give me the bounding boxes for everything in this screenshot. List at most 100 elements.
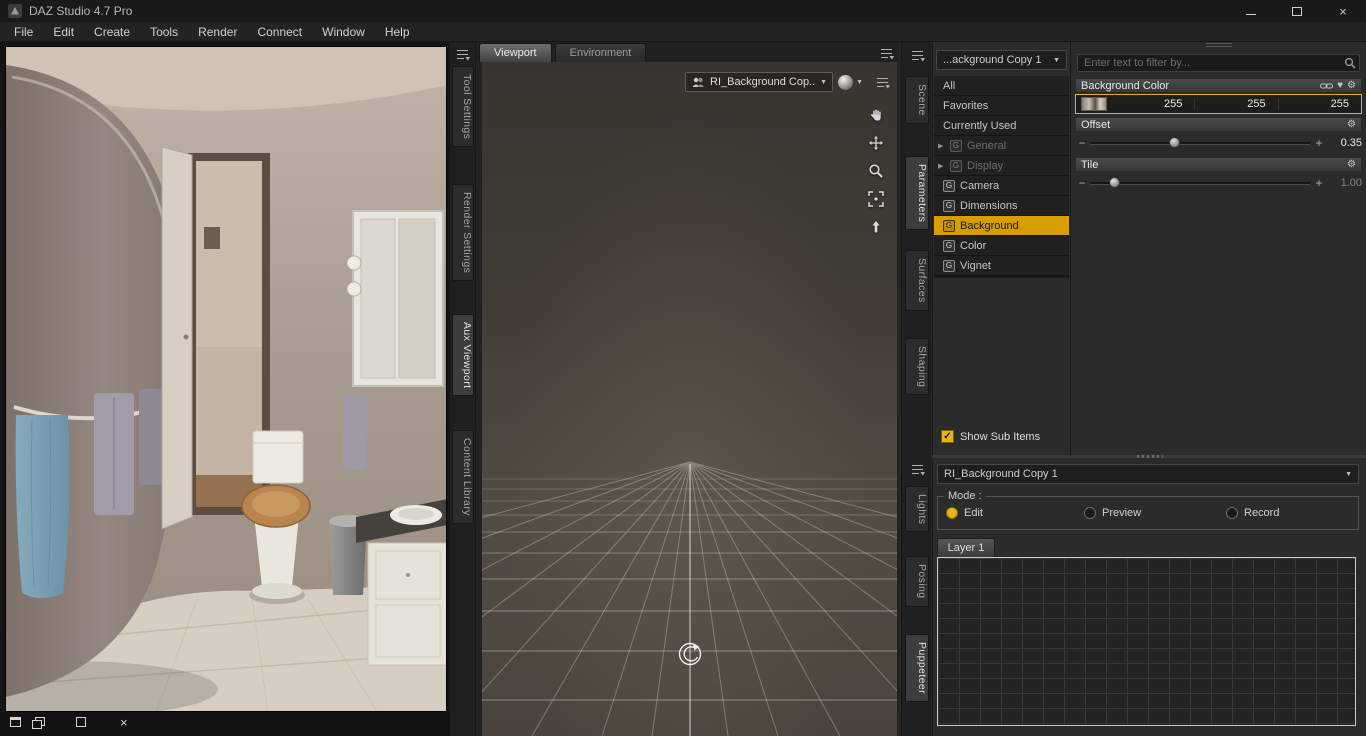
- tile-slider-track[interactable]: [1089, 174, 1312, 192]
- tile-slider-handle[interactable]: [1109, 177, 1121, 188]
- increment-button[interactable]: +: [1312, 177, 1326, 189]
- offset-slider-handle[interactable]: [1169, 137, 1181, 148]
- dock-pane-icon[interactable]: [10, 717, 21, 727]
- close-button[interactable]: ×: [1320, 0, 1366, 22]
- group-icon: G: [943, 259, 955, 272]
- menu-render[interactable]: Render: [188, 23, 247, 41]
- menu-connect[interactable]: Connect: [247, 23, 312, 41]
- tab-aux-viewport[interactable]: Aux Viewport: [452, 314, 474, 397]
- camera-selector-label: RI_Background Cop...: [710, 76, 816, 88]
- menu-bar: File Edit Create Tools Render Connect Wi…: [0, 22, 1366, 42]
- aux-viewport-image[interactable]: [5, 46, 447, 712]
- tab-lights[interactable]: Lights: [905, 486, 929, 533]
- expand-arrow-icon[interactable]: ▶: [938, 142, 945, 150]
- group-icon: G: [943, 179, 955, 192]
- gear-icon[interactable]: ⚙: [1347, 159, 1356, 170]
- pane-options-icon[interactable]: [873, 74, 891, 90]
- offset-header[interactable]: Offset ⚙: [1075, 117, 1362, 132]
- drawstyle-sphere-icon[interactable]: ▼: [837, 74, 863, 91]
- mode-radio-record[interactable]: Record: [1226, 507, 1279, 519]
- tab-parameters[interactable]: Parameters: [905, 156, 929, 231]
- list-item-dimensions[interactable]: G Dimensions: [934, 196, 1069, 216]
- color-value-r[interactable]: 255: [1112, 98, 1194, 110]
- tab-tool-settings[interactable]: Tool Settings: [452, 66, 474, 148]
- background-color-value-row[interactable]: 255 255 255: [1075, 94, 1362, 114]
- tab-scene[interactable]: Scene: [905, 76, 929, 124]
- tab-viewport[interactable]: Viewport: [479, 43, 552, 62]
- radio-icon[interactable]: [1226, 507, 1238, 519]
- decrement-button[interactable]: −: [1075, 177, 1089, 189]
- zoom-tool-icon[interactable]: [865, 160, 887, 182]
- list-item-all[interactable]: All: [934, 76, 1069, 96]
- viewport-camera-selector[interactable]: RI_Background Cop... ▼: [685, 72, 833, 92]
- tab-render-settings[interactable]: Render Settings: [452, 184, 474, 282]
- gear-icon[interactable]: ⚙: [1347, 80, 1356, 91]
- gear-icon[interactable]: ⚙: [1347, 119, 1356, 130]
- camera-group-icon: [692, 77, 704, 87]
- tab-puppeteer[interactable]: Puppeteer: [905, 634, 929, 703]
- tab-content-library[interactable]: Content Library: [452, 430, 474, 524]
- tile-value[interactable]: 1.00: [1326, 177, 1362, 189]
- menu-help[interactable]: Help: [375, 23, 420, 41]
- aux-pane-bottom-bar: ×: [0, 712, 450, 736]
- tab-posing[interactable]: Posing: [905, 556, 929, 607]
- menu-create[interactable]: Create: [84, 23, 140, 41]
- list-item-general[interactable]: ▶ G General: [934, 136, 1069, 156]
- list-item-vignet[interactable]: G Vignet: [934, 256, 1069, 276]
- chevron-down-icon: ▼: [1345, 470, 1352, 478]
- increment-button[interactable]: +: [1312, 137, 1326, 149]
- search-icon[interactable]: [1344, 57, 1356, 69]
- reset-camera-icon[interactable]: [865, 216, 887, 238]
- puppeteer-target-selector[interactable]: RI_Background Copy 1 ▼: [937, 464, 1359, 484]
- pane-options-icon[interactable]: [908, 461, 926, 477]
- color-value-b[interactable]: 255: [1277, 98, 1361, 110]
- pane-options-icon[interactable]: [877, 45, 895, 61]
- maximize-button[interactable]: [1274, 0, 1320, 22]
- pan-hand-tool-icon[interactable]: [865, 104, 887, 126]
- puppeteer-grid-canvas[interactable]: [937, 557, 1356, 726]
- show-sub-items-checkbox[interactable]: ✓: [941, 430, 954, 443]
- list-item-favorites[interactable]: Favorites: [934, 96, 1069, 116]
- favorite-heart-icon[interactable]: ♥: [1337, 80, 1343, 91]
- offset-slider-track[interactable]: [1089, 134, 1312, 152]
- pane-options-icon[interactable]: [453, 46, 471, 62]
- tab-shaping[interactable]: Shaping: [905, 338, 929, 396]
- viewport-canvas[interactable]: RI_Background Cop... ▼ ▼: [482, 62, 897, 736]
- filter-input[interactable]: [1077, 54, 1360, 72]
- radio-icon[interactable]: [946, 507, 958, 519]
- pane-options-icon[interactable]: [908, 47, 926, 63]
- background-color-header[interactable]: Background Color ♥ ⚙: [1075, 78, 1362, 93]
- menu-tools[interactable]: Tools: [140, 23, 188, 41]
- link-icon[interactable]: [1320, 81, 1334, 91]
- move-tool-icon[interactable]: [865, 132, 887, 154]
- mode-radio-preview[interactable]: Preview: [1084, 507, 1141, 519]
- title-bar: DAZ Studio 4.7 Pro ×: [0, 0, 1366, 22]
- mode-group-box: Mode : Edit Preview Record: [937, 490, 1359, 530]
- tab-environment[interactable]: Environment: [554, 43, 647, 62]
- list-item-camera[interactable]: G Camera: [934, 176, 1069, 196]
- parameter-group-selector[interactable]: ...ackground Copy 1 ▼: [936, 50, 1067, 70]
- decrement-button[interactable]: −: [1075, 137, 1089, 149]
- tab-layer-1[interactable]: Layer 1: [937, 538, 995, 557]
- radio-icon[interactable]: [1084, 507, 1096, 519]
- offset-value[interactable]: 0.35: [1326, 137, 1362, 149]
- splitter-grip[interactable]: [1205, 43, 1232, 47]
- color-value-g[interactable]: 255: [1194, 98, 1277, 110]
- menu-window[interactable]: Window: [312, 23, 375, 41]
- menu-edit[interactable]: Edit: [43, 23, 84, 41]
- list-item-currently-used[interactable]: Currently Used: [934, 116, 1069, 136]
- maximize-pane-icon[interactable]: [76, 717, 86, 727]
- frame-tool-icon[interactable]: [865, 188, 887, 210]
- background-color-thumbnail[interactable]: [1081, 97, 1107, 111]
- list-item-display[interactable]: ▶ G Display: [934, 156, 1069, 176]
- tab-surfaces[interactable]: Surfaces: [905, 250, 929, 311]
- minimize-button[interactable]: [1228, 0, 1274, 22]
- close-pane-icon[interactable]: ×: [120, 716, 128, 729]
- list-item-color[interactable]: G Color: [934, 236, 1069, 256]
- mode-radio-edit[interactable]: Edit: [946, 507, 983, 519]
- restore-pane-icon[interactable]: [32, 717, 45, 729]
- tile-header[interactable]: Tile ⚙: [1075, 157, 1362, 172]
- list-item-background[interactable]: G Background: [934, 216, 1069, 236]
- expand-arrow-icon[interactable]: ▶: [938, 162, 945, 170]
- menu-file[interactable]: File: [4, 23, 43, 41]
